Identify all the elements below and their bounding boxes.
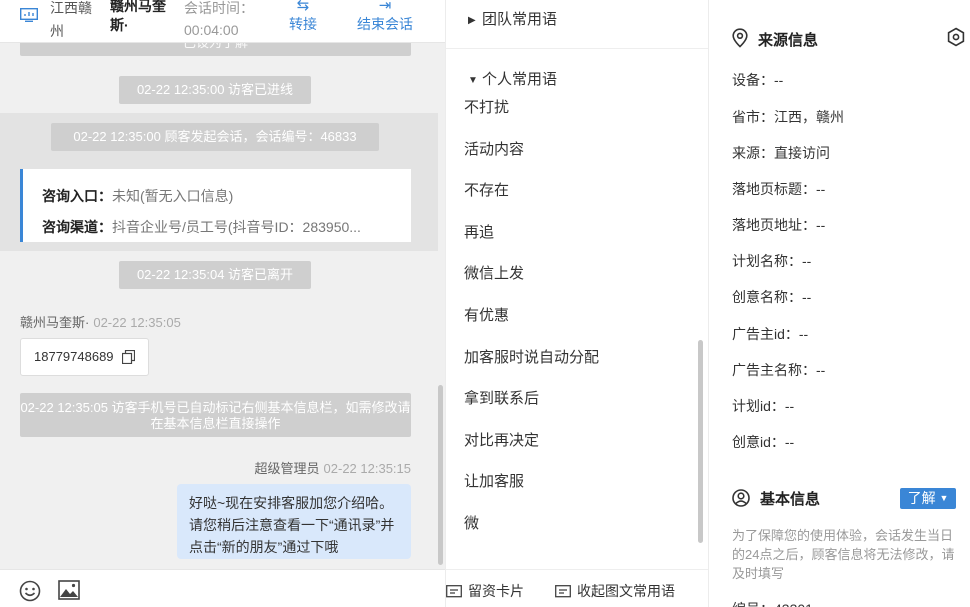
collapse-phrases-label: 收起图文常用语 [577, 583, 675, 599]
phrase-item[interactable]: 再追 [464, 223, 494, 243]
transfer-label: 转接 [289, 16, 317, 32]
end-session-label: 结束会话 [357, 16, 413, 32]
system-notice-session-start: 02-22 12:35:00 顾客发起会话，会话编号：46833 [51, 123, 379, 151]
source-field: 设备：-- [732, 72, 784, 88]
caret-right-icon: ▶ [468, 15, 476, 26]
team-phrases-label: 团队常用语 [482, 11, 558, 28]
system-notice-entered: 02-22 12:35:00 访客已进线 [119, 76, 311, 104]
divider [446, 48, 708, 49]
chat-panel: 已设为了解 02-22 12:35:00 访客已进线 02-22 12:35:0… [0, 0, 445, 607]
consult-info-card: 咨询入口：未知(暂无入口信息) 咨询渠道：抖音企业号/员工号(抖音号ID：283… [20, 169, 411, 242]
source-field: 计划id：-- [732, 398, 795, 414]
source-field: 落地页地址：-- [732, 217, 826, 233]
user-icon [732, 489, 750, 507]
phrases-footer: 留资卡片 收起图文常用语 [446, 569, 708, 607]
source-field: 落地页标题：-- [732, 181, 826, 197]
phrase-item[interactable]: 不打扰 [464, 98, 509, 118]
source-field: 来源：直接访问 [732, 145, 830, 161]
consult-entry-value: 未知(暂无入口信息) [112, 188, 234, 204]
copy-icon[interactable] [122, 350, 135, 364]
lead-card-label: 留资卡片 [468, 583, 524, 599]
learn-label: 了解 [907, 490, 936, 506]
chat-scrollbar[interactable] [438, 385, 443, 565]
source-field: 广告主名称：-- [732, 362, 826, 378]
image-icon[interactable] [58, 580, 80, 600]
session-time-label: 会话时间： [184, 0, 254, 16]
transfer-button[interactable]: ⇆ 转接 [281, 0, 325, 33]
settings-icon[interactable] [946, 27, 966, 47]
card-icon [446, 585, 462, 598]
learn-dropdown-button[interactable]: 了解 ▼ [900, 488, 956, 509]
system-notice-left: 02-22 12:35:04 访客已离开 [119, 261, 311, 289]
source-info-label: 来源信息 [758, 32, 819, 49]
phrase-item[interactable]: 活动内容 [464, 140, 524, 160]
visitor-message-meta: 赣州马奎斯· 02-22 12:35:05 [20, 312, 181, 331]
caret-down-icon: ▼ [468, 75, 478, 86]
visitor-name-header: 赣州马奎斯· [110, 0, 166, 33]
personal-phrases-label: 个人常用语 [482, 71, 558, 88]
location-pin-icon [732, 28, 748, 48]
phrase-item[interactable]: 微信上发 [464, 264, 524, 284]
admin-message-meta: 超级管理员 02-22 12:35:15 [255, 458, 411, 477]
composer-toolbar [0, 569, 445, 607]
end-session-icon: ⇥ [378, 0, 392, 14]
phrase-item[interactable]: 加客服时说自动分配 [464, 348, 599, 368]
edit-notice: 为了保障您的使用体验，会话发生当日的24点之后，顾客信息将无法修改，请及时填写 [732, 528, 955, 581]
source-field: 计划名称：-- [732, 253, 812, 269]
consult-entry-label: 咨询入口： [42, 188, 112, 204]
emoji-icon[interactable] [19, 580, 41, 602]
phrase-item[interactable]: 有优惠 [464, 306, 509, 326]
system-notice-auto-mark: 02-22 12:35:05 访客手机号已自动标记右侧基本信息栏，如需修改请在基… [20, 393, 411, 437]
source-field: 省市：江西，赣州 [732, 109, 844, 125]
lead-card-button[interactable]: 留资卡片 [446, 582, 524, 600]
basic-field-cut: 编号：43301 [732, 599, 813, 607]
collapse-icon [555, 585, 571, 598]
basic-info-title: 基本信息 [732, 489, 820, 510]
source-field: 创意名称：-- [732, 289, 812, 305]
visitor-location: 江西赣州 [50, 0, 92, 39]
team-phrases-group[interactable]: ▶ 团队常用语 [468, 10, 557, 31]
source-info-title: 来源信息 [732, 28, 818, 51]
phrase-item[interactable]: 微 [464, 514, 479, 534]
visitor-info-panel: 来源信息 设备：-- 省市：江西，赣州 来源：直接访问 落地页标题：-- 落地页… [708, 0, 970, 607]
source-field: 广告主id：-- [732, 326, 809, 342]
consult-channel-value: 抖音企业号/员工号(抖音号ID：283950... [112, 219, 361, 235]
collapse-phrases-button[interactable]: 收起图文常用语 [555, 582, 675, 600]
phrase-item[interactable]: 不存在 [464, 181, 509, 201]
phrase-item[interactable]: 拿到联系后 [464, 389, 539, 409]
phrases-scrollbar[interactable] [698, 340, 703, 543]
admin-message-time: 02-22 12:35:15 [323, 461, 411, 476]
personal-phrases-group[interactable]: ▼ 个人常用语 [468, 70, 557, 91]
admin-name: 超级管理员 [254, 461, 320, 476]
chat-header: 江西赣州 赣州马奎斯· 会话时间： 00:04:00 ⇆ 转接 ⇥ 结束会话 [0, 0, 445, 43]
monitor-icon [20, 8, 38, 22]
consult-channel-row: 咨询渠道：抖音企业号/员工号(抖音号ID：283950... [42, 212, 397, 243]
phrase-item[interactable]: 让加客服 [464, 472, 524, 492]
admin-message-bubble: 好哒~现在安排客服加您介绍哈。请您稍后注意查看一下“通讯录”并点击“新的朋友”通… [177, 484, 411, 559]
phrase-item[interactable]: 对比再决定 [464, 431, 539, 451]
dropdown-caret-icon: ▼ [939, 493, 949, 503]
consult-channel-label: 咨询渠道： [42, 219, 112, 235]
visitor-phone-text: 18779748689 [34, 349, 114, 364]
basic-info-label: 基本信息 [760, 491, 821, 508]
chat-workspace: 已设为了解 02-22 12:35:00 访客已进线 02-22 12:35:0… [0, 0, 970, 607]
visitor-phone-bubble[interactable]: 18779748689 [20, 338, 149, 376]
source-field: 创意id：-- [732, 434, 795, 450]
visitor-name: 赣州马奎斯· [20, 315, 90, 330]
phrases-panel: ▶ 团队常用语 ▼ 个人常用语 不打扰 活动内容 不存在 再追 微信上发 有优惠 加… [445, 0, 708, 607]
session-time-value: 00:04:00 [184, 22, 239, 38]
end-session-button[interactable]: ⇥ 结束会话 [350, 0, 420, 33]
transfer-icon: ⇆ [296, 0, 310, 14]
visitor-message-time: 02-22 12:35:05 [93, 315, 181, 330]
consult-entry-row: 咨询入口：未知(暂无入口信息) [42, 181, 397, 212]
